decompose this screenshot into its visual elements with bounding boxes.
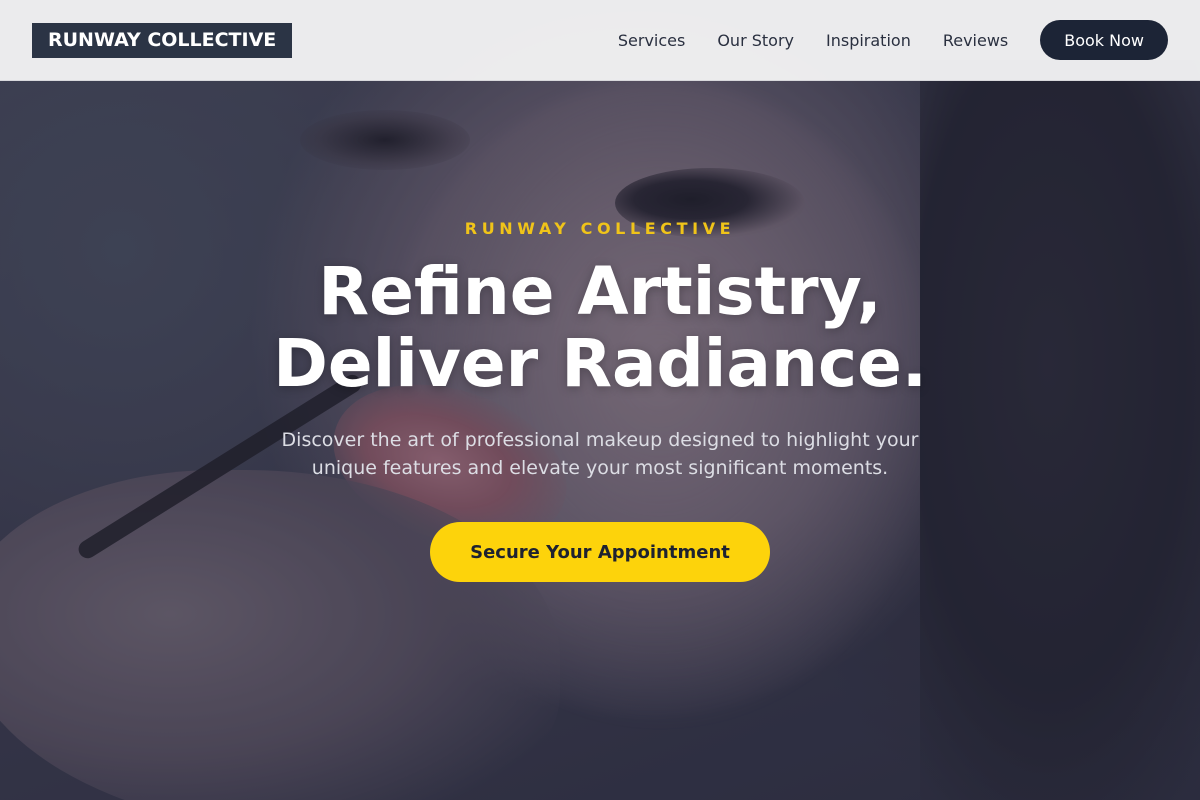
hero-section: RUNWAY COLLECTIVE Refine Artistry, Deliv… [0,0,1200,800]
nav-link-our-story[interactable]: Our Story [717,31,794,50]
nav-link-reviews[interactable]: Reviews [943,31,1008,50]
page: RUNWAY COLLECTIVE Services Our Story Ins… [0,0,1200,800]
main-nav: Services Our Story Inspiration Reviews B… [618,20,1168,60]
site-header: RUNWAY COLLECTIVE Services Our Story Ins… [0,0,1200,81]
secure-appointment-button[interactable]: Secure Your Appointment [430,522,770,582]
hero-headline-line-1: Refine Artistry, [318,253,882,330]
hero-subtext: Discover the art of professional makeup … [281,429,919,479]
hero-headline-line-2: Deliver Radiance. [273,325,927,402]
nav-link-services[interactable]: Services [618,31,685,50]
nav-link-inspiration[interactable]: Inspiration [826,31,911,50]
hero-headline: Refine Artistry, Deliver Radiance. [0,256,1200,400]
hero-eyebrow: RUNWAY COLLECTIVE [464,219,736,238]
book-now-button[interactable]: Book Now [1040,20,1168,60]
logo[interactable]: RUNWAY COLLECTIVE [32,22,293,58]
